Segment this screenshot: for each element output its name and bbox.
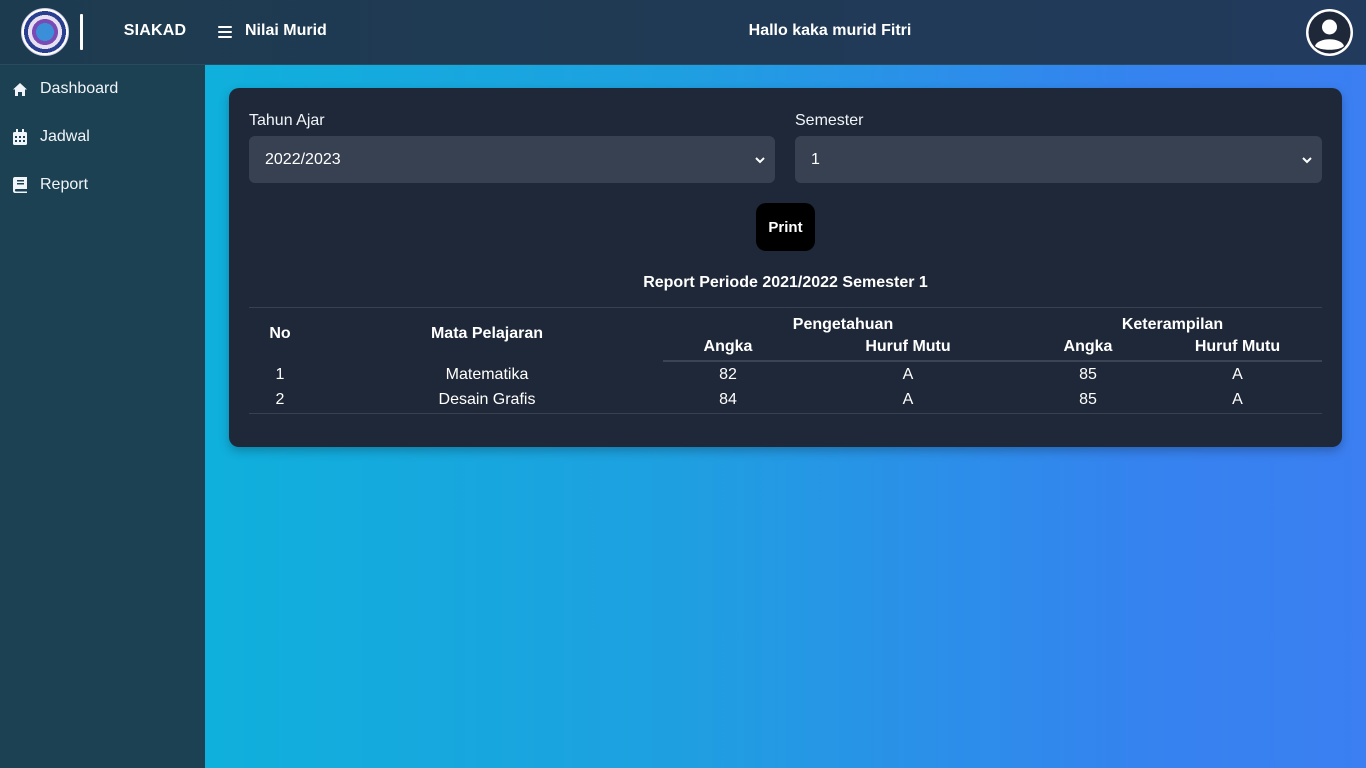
- year-select[interactable]: 2022/2023: [249, 136, 775, 183]
- top-header: SIAKAD Nilai Murid Hallo kaka murid Fitr…: [0, 0, 1366, 65]
- semester-select[interactable]: 1: [795, 136, 1322, 183]
- cell-no: 1: [275, 365, 285, 383]
- cell-no: 2: [249, 386, 311, 414]
- cell-skills-score: 85: [1079, 366, 1097, 383]
- cell-knowledge-grade: A: [902, 366, 914, 383]
- app-brand: SIAKAD: [123, 22, 187, 39]
- book-icon: [12, 177, 28, 193]
- sidebar-item-label: Dashboard: [40, 80, 119, 97]
- table-row: 1 Matematika 82 A 85 A: [249, 361, 1322, 387]
- grades-table: No Mata Pelajaran Pengetahuan Keterampil…: [249, 307, 1322, 414]
- sidebar-item-label: Report: [40, 176, 89, 193]
- column-header-skills: Keterampilan: [1023, 307, 1322, 334]
- table-row: 2 Desain Grafis 84 A 85 A: [249, 386, 1322, 414]
- column-header-no: No: [249, 307, 311, 361]
- main-content: Tahun Ajar 2022/2023 Semester 1 Print Re…: [205, 65, 1366, 768]
- home-icon: [12, 81, 28, 97]
- sidebar-item-jadwal[interactable]: Jadwal: [0, 117, 205, 157]
- semester-select-value: 1: [811, 150, 820, 168]
- semester-label: Semester: [795, 112, 864, 129]
- cell-skills-score: 85: [1023, 386, 1153, 414]
- cell-knowledge-grade: A: [793, 386, 1023, 414]
- page-title: Nilai Murid: [245, 22, 327, 39]
- sidebar: Dashboard Jadwal Report: [0, 65, 205, 768]
- greeting-text: Hallo kaka murid Fitri: [748, 22, 912, 39]
- year-label: Tahun Ajar: [249, 112, 325, 129]
- chevron-down-icon: [754, 153, 766, 165]
- menu-toggle-icon[interactable]: [218, 22, 236, 42]
- cell-skills-grade: A: [1153, 386, 1322, 414]
- cell-subject: Desain Grafis: [311, 386, 663, 414]
- sidebar-item-report[interactable]: Report: [0, 165, 205, 205]
- sidebar-item-dashboard[interactable]: Dashboard: [0, 69, 205, 109]
- chevron-down-icon: [1301, 153, 1313, 165]
- report-title: Report Periode 2021/2022 Semester 1: [643, 274, 928, 291]
- column-header-skills-grade: Huruf Mutu: [1153, 333, 1322, 362]
- calendar-icon: [12, 129, 28, 145]
- year-select-value: 2022/2023: [265, 150, 341, 168]
- cell-knowledge-score: 84: [663, 386, 793, 414]
- column-header-knowledge: Pengetahuan: [663, 307, 1023, 334]
- user-avatar-icon[interactable]: [1306, 9, 1353, 56]
- column-header-skills-score: Angka: [1023, 333, 1153, 362]
- cell-subject: Matematika: [445, 365, 529, 383]
- column-header-knowledge-grade: Huruf Mutu: [793, 333, 1023, 362]
- cell-knowledge-score: 82: [719, 366, 737, 383]
- brand-divider: [80, 14, 83, 50]
- column-header-knowledge-score: Angka: [663, 333, 793, 362]
- sidebar-item-label: Jadwal: [40, 128, 90, 145]
- column-header-subject: Mata Pelajaran: [311, 307, 663, 361]
- school-logo: [21, 8, 69, 56]
- print-button[interactable]: Print: [756, 203, 815, 251]
- report-card: Tahun Ajar 2022/2023 Semester 1 Print Re…: [229, 88, 1342, 447]
- cell-skills-grade: A: [1232, 366, 1243, 383]
